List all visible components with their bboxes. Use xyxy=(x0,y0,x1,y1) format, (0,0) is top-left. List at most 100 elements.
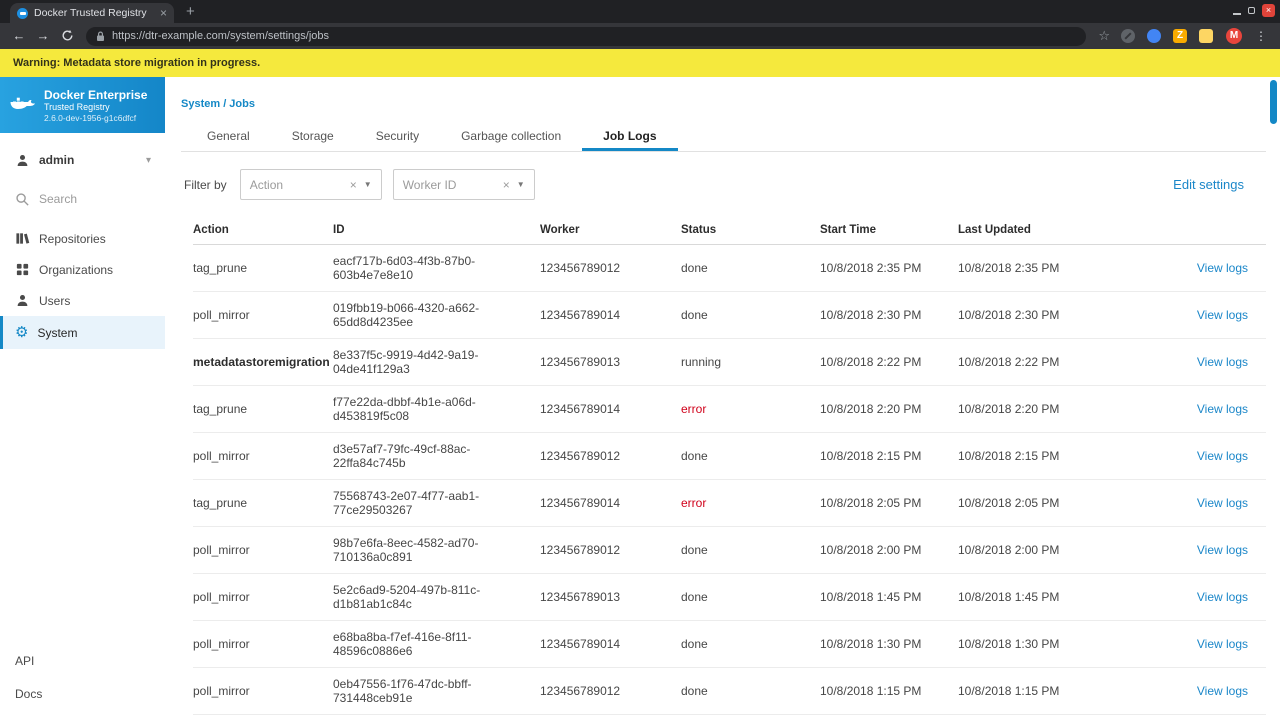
cell-worker: 123456789012 xyxy=(540,543,621,557)
reload-icon[interactable] xyxy=(56,26,78,46)
docker-favicon-icon xyxy=(17,7,28,19)
sidebar-search-label: Search xyxy=(39,192,78,206)
new-tab-button[interactable]: + xyxy=(186,4,195,19)
warning-text: Warning: Metadata store migration in pro… xyxy=(13,57,261,69)
clear-icon[interactable]: × xyxy=(350,178,357,192)
dropdown-caret-icon[interactable]: ▼ xyxy=(364,180,372,189)
cell-last-updated: 10/8/2018 1:45 PM xyxy=(958,590,1060,604)
table-row: tag_prune eacf717b-6d03-4f3b-87b0-603b4e… xyxy=(193,245,1266,292)
address-bar[interactable]: https://dtr-example.com/system/settings/… xyxy=(86,26,1087,46)
browser-tab[interactable]: Docker Trusted Registry × xyxy=(10,3,174,23)
table-row: poll_mirror 0eb47556-1f76-47dc-bbff-7314… xyxy=(193,668,1266,715)
cell-action: poll_mirror xyxy=(193,684,250,698)
sidebar-users-label: Users xyxy=(39,293,71,308)
view-logs-link[interactable]: View logs xyxy=(1197,637,1248,651)
cell-start-time: 10/8/2018 2:22 PM xyxy=(820,355,922,369)
cell-id: e68ba8ba-f7ef-416e-8f11-48596c0886e6 xyxy=(333,630,472,658)
vertical-scrollbar[interactable] xyxy=(1270,80,1277,714)
table-row: tag_prune 75568743-2e07-4f77-aab1-77ce29… xyxy=(193,480,1266,527)
forward-icon[interactable]: → xyxy=(32,26,54,46)
view-logs-link[interactable]: View logs xyxy=(1197,402,1248,416)
sidebar-item-system[interactable]: ⚙ System xyxy=(0,316,165,349)
cell-id: f77e22da-dbbf-4b1e-a06d-d453819f5c08 xyxy=(333,395,476,423)
profile-avatar[interactable]: M xyxy=(1226,28,1242,44)
cell-worker: 123456789012 xyxy=(540,684,621,698)
view-logs-link[interactable]: View logs xyxy=(1197,684,1248,698)
view-logs-link[interactable]: View logs xyxy=(1197,590,1248,604)
window-controls: × xyxy=(1233,4,1275,17)
window-minimize-icon[interactable] xyxy=(1233,12,1241,15)
view-logs-link[interactable]: View logs xyxy=(1197,355,1248,369)
sidebar-admin-label: admin xyxy=(39,153,75,167)
sidebar-docs-link[interactable]: Docs xyxy=(15,687,42,701)
worker-filter-placeholder: Worker ID xyxy=(402,177,457,192)
action-filter-dropdown[interactable]: Action × ▼ xyxy=(239,169,382,200)
sidebar-organizations-label: Organizations xyxy=(39,262,114,277)
extension-blue-icon[interactable] xyxy=(1147,29,1161,43)
col-worker: Worker xyxy=(540,223,580,236)
cell-start-time: 10/8/2018 1:15 PM xyxy=(820,684,922,698)
col-last-updated: Last Updated xyxy=(958,223,1031,236)
sidebar-system-label: System xyxy=(37,325,78,340)
tab-general[interactable]: General xyxy=(186,124,271,151)
cell-status: error xyxy=(681,496,707,510)
edit-settings-link[interactable]: Edit settings xyxy=(1173,177,1244,192)
url-text: https://dtr-example.com/system/settings/… xyxy=(112,30,330,42)
users-icon xyxy=(17,294,28,306)
tab-security[interactable]: Security xyxy=(355,124,440,151)
extension-blocker-icon[interactable] xyxy=(1121,29,1135,43)
sidebar-item-users[interactable]: Users xyxy=(0,285,165,316)
browser-menu-icon[interactable]: ⋮ xyxy=(1255,29,1267,43)
cell-id: 8e337f5c-9919-4d42-9a19-04de41f129a3 xyxy=(333,348,479,376)
view-logs-link[interactable]: View logs xyxy=(1197,496,1248,510)
filter-by-label: Filter by xyxy=(184,177,227,192)
col-action: Action xyxy=(193,223,229,236)
tab-garbage-collection[interactable]: Garbage collection xyxy=(440,124,582,151)
window-maximize-icon[interactable] xyxy=(1248,7,1255,14)
gear-icon: ⚙ xyxy=(15,324,29,341)
view-logs-link[interactable]: View logs xyxy=(1197,308,1248,322)
view-logs-link[interactable]: View logs xyxy=(1197,543,1248,557)
tab-job-logs[interactable]: Job Logs xyxy=(582,124,678,151)
sidebar-api-link[interactable]: API xyxy=(15,654,42,668)
cell-status: done xyxy=(681,308,708,322)
breadcrumb[interactable]: System / Jobs xyxy=(181,77,1280,110)
cell-action: poll_mirror xyxy=(193,449,250,463)
browser-tabbar: Docker Trusted Registry × + × xyxy=(0,0,1280,23)
cell-last-updated: 10/8/2018 2:05 PM xyxy=(958,496,1060,510)
cell-last-updated: 10/8/2018 1:30 PM xyxy=(958,637,1060,651)
back-icon[interactable]: ← xyxy=(8,26,30,46)
tab-storage[interactable]: Storage xyxy=(271,124,355,151)
extension-notes-icon[interactable] xyxy=(1199,29,1213,43)
cell-id: 75568743-2e07-4f77-aab1-77ce29503267 xyxy=(333,489,480,517)
sidebar-item-organizations[interactable]: Organizations xyxy=(0,254,165,285)
main-content: System / Jobs General Storage Security G… xyxy=(165,77,1280,717)
view-logs-link[interactable]: View logs xyxy=(1197,449,1248,463)
cell-action: poll_mirror xyxy=(193,308,250,322)
table-row: poll_mirror 019fbb19-b066-4320-a662-65dd… xyxy=(193,292,1266,339)
chevron-down-icon: ▾ xyxy=(145,154,151,166)
cell-action: poll_mirror xyxy=(193,590,250,604)
cell-worker: 123456789014 xyxy=(540,496,621,510)
cell-status: done xyxy=(681,637,708,651)
brand-subtitle: Trusted Registry xyxy=(44,101,110,112)
view-logs-link[interactable]: View logs xyxy=(1197,261,1248,275)
bookmark-star-icon[interactable]: ☆ xyxy=(1098,28,1110,44)
brand-header: Docker Enterprise Trusted Registry 2.6.0… xyxy=(0,77,165,133)
cell-worker: 123456789014 xyxy=(540,637,621,651)
scrollbar-thumb[interactable] xyxy=(1270,80,1277,124)
sidebar-item-admin[interactable]: admin ▾ xyxy=(0,146,165,174)
clear-icon[interactable]: × xyxy=(503,178,510,192)
extension-z-icon[interactable]: Z xyxy=(1173,29,1187,43)
cell-id: 98b7e6fa-8eec-4582-ad70-710136a0c891 xyxy=(333,536,479,564)
cell-last-updated: 10/8/2018 2:00 PM xyxy=(958,543,1060,557)
sidebar: Docker Enterprise Trusted Registry 2.6.0… xyxy=(0,77,165,717)
window-close-icon[interactable]: × xyxy=(1262,4,1275,17)
worker-filter-dropdown[interactable]: Worker ID × ▼ xyxy=(392,169,535,200)
sidebar-item-search[interactable]: Search xyxy=(0,185,165,213)
cell-start-time: 10/8/2018 2:20 PM xyxy=(820,402,922,416)
dropdown-caret-icon[interactable]: ▼ xyxy=(517,180,525,189)
cell-worker: 123456789012 xyxy=(540,449,621,463)
sidebar-item-repositories[interactable]: Repositories xyxy=(0,223,165,254)
tab-close-icon[interactable]: × xyxy=(160,7,167,19)
